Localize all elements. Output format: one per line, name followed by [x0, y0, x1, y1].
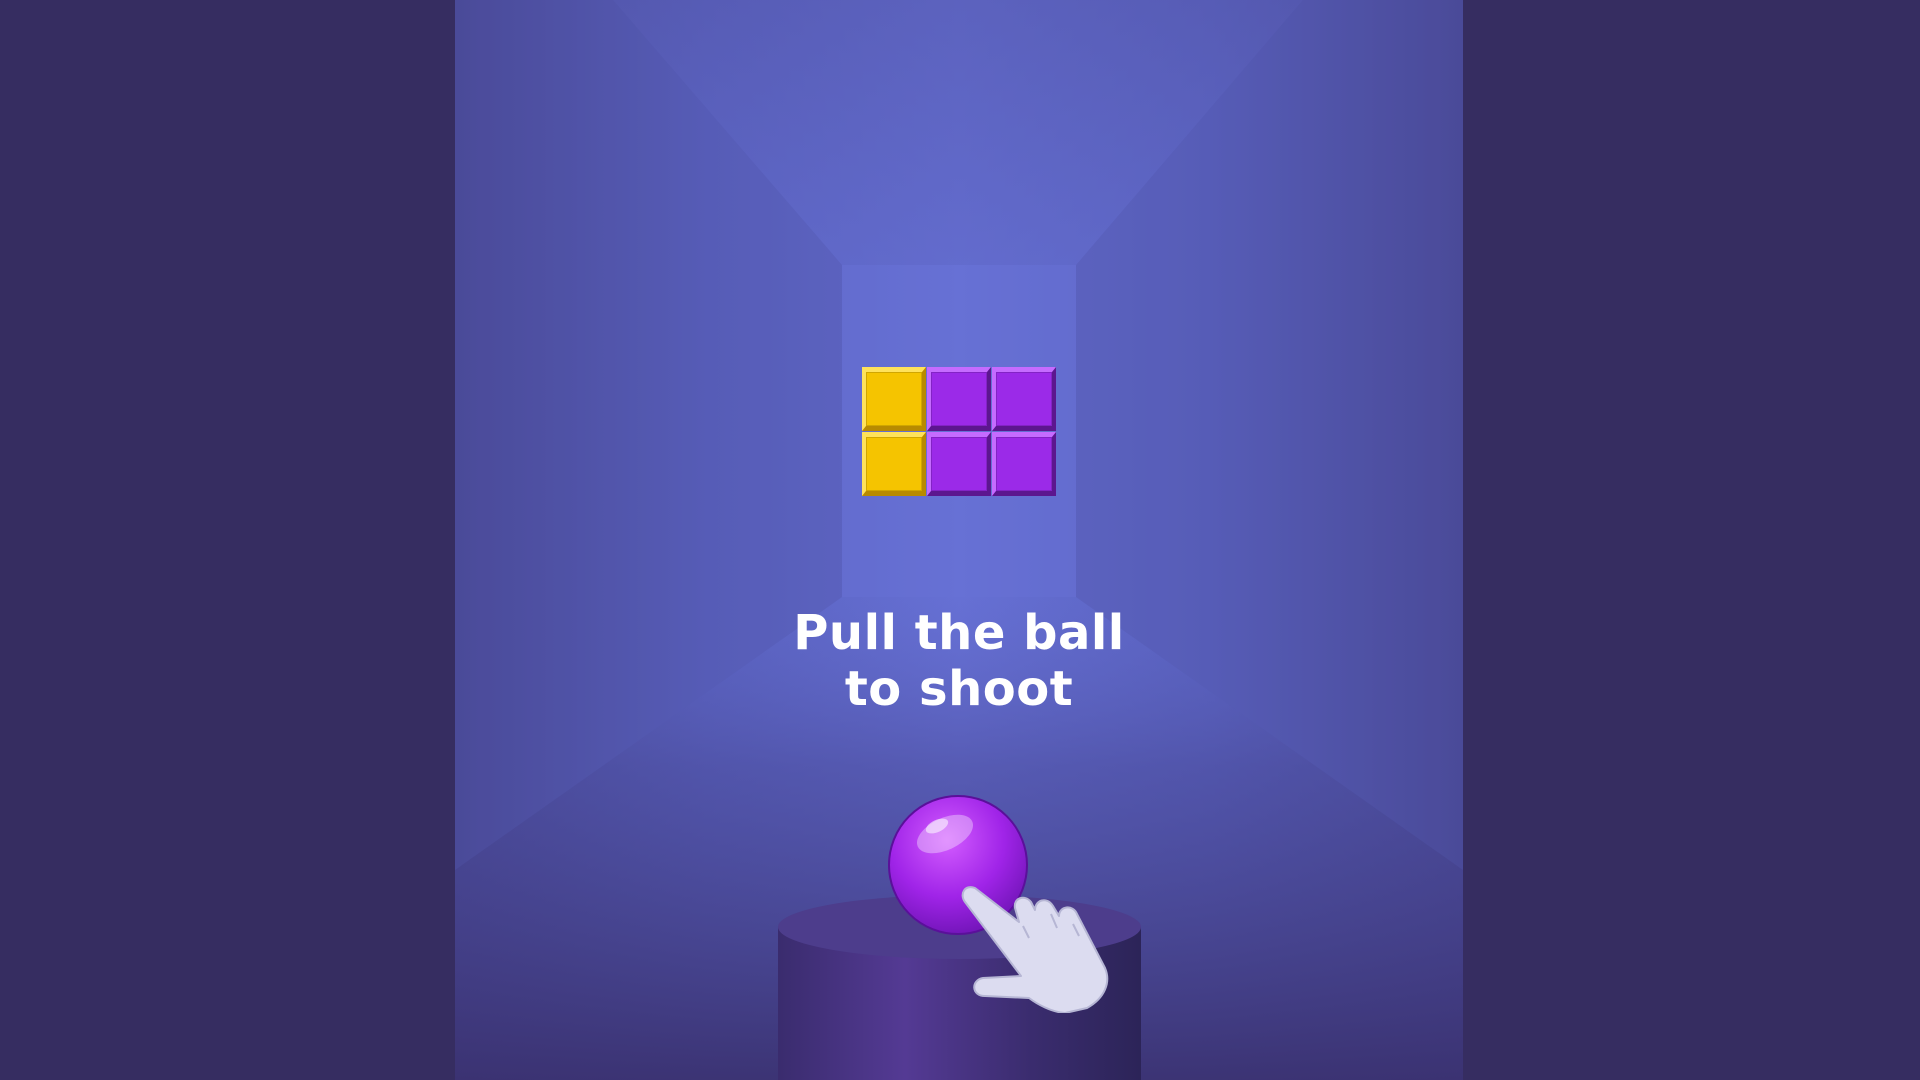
tutorial-hint-text: Pull the ball to shoot	[455, 605, 1463, 717]
brick-purple	[992, 432, 1056, 496]
brick-purple	[927, 367, 991, 431]
brick-purple	[927, 432, 991, 496]
brick-yellow	[862, 367, 926, 431]
hint-line-1: Pull the ball	[793, 605, 1125, 661]
brick-yellow	[862, 432, 926, 496]
game-screen: Pull the ball to shoot	[0, 0, 1920, 1080]
brick-purple	[992, 367, 1056, 431]
hint-line-2: to shoot	[844, 661, 1074, 717]
brick-grid	[862, 367, 1056, 497]
pointing-hand-icon	[961, 886, 1109, 1013]
